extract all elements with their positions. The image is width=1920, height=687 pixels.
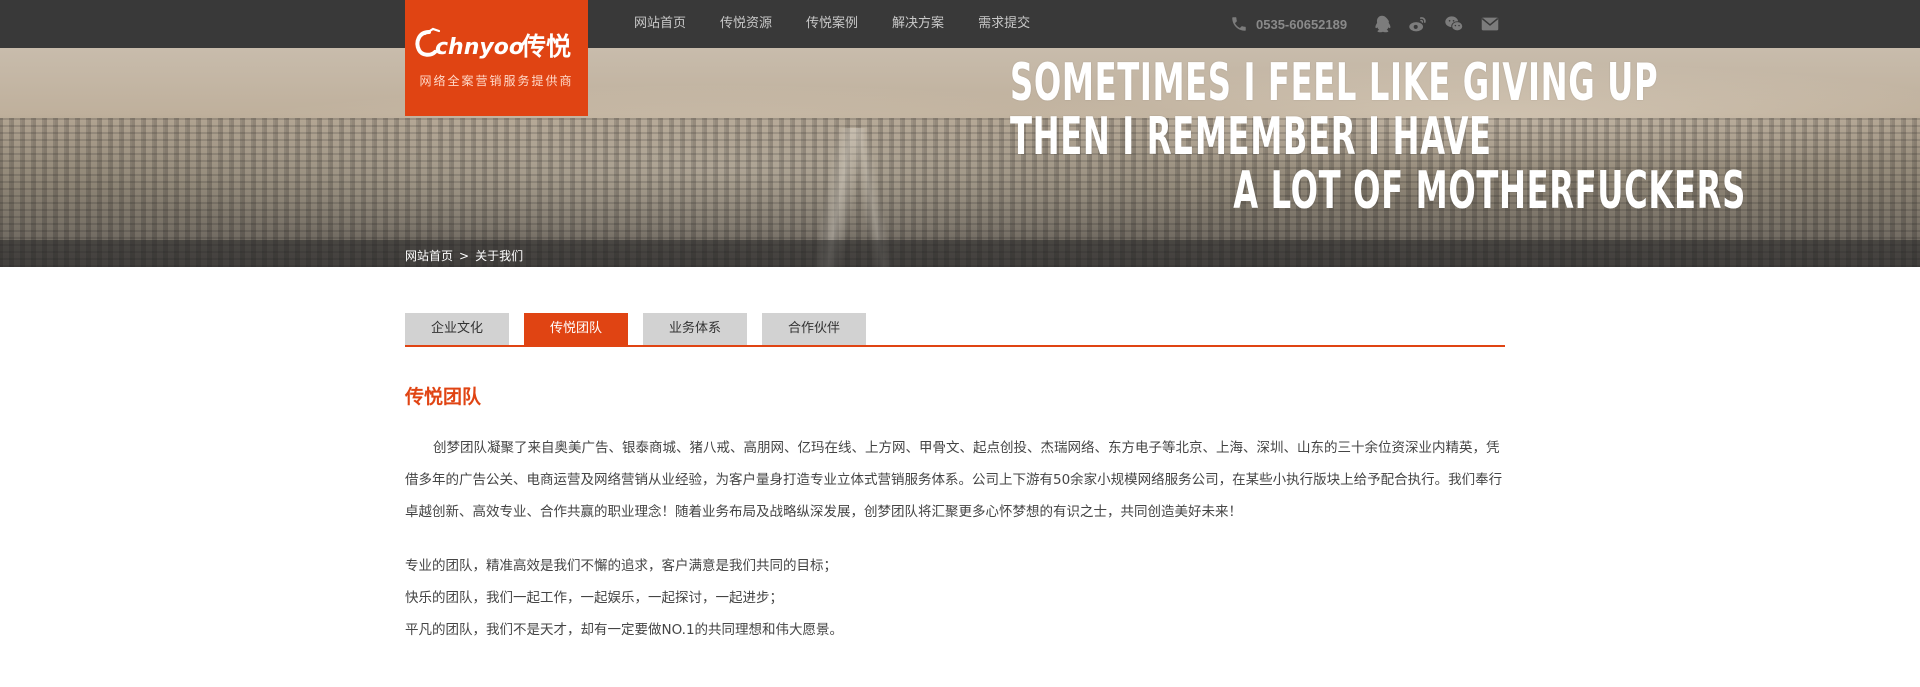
tab-culture[interactable]: 企业文化 [405, 313, 509, 345]
about-tabs: 企业文化 传悦团队 业务体系 合作伙伴 [405, 313, 1505, 347]
nav-item-resources[interactable]: 传悦资源 [720, 0, 772, 48]
quote-line-1: SOMETIMES I FEEL LIKE GIVING UP [1010, 53, 1659, 113]
breadcrumb-home[interactable]: 网站首页 [405, 247, 453, 264]
motto-line: 平凡的团队，我们不是天才，却有一定要做NO.1的共同理想和伟大愿景。 [405, 622, 844, 638]
section-title: 传悦团队 [405, 386, 482, 408]
logo-latin: chnyoo [435, 35, 524, 60]
nav-item-solutions[interactable]: 解决方案 [892, 0, 944, 48]
banner-quote: SOMETIMES I FEEL LIKE GIVING UP THEN I R… [1010, 56, 1746, 218]
logo-chinese: 传悦 [520, 32, 571, 61]
tab-team[interactable]: 传悦团队 [524, 313, 628, 345]
tab-business[interactable]: 业务体系 [643, 313, 747, 345]
team-intro-paragraph: 创梦团队凝聚了来自奥美广告、银泰商城、猪八戒、高朋网、亿玛在线、上方网、甲骨文、… [405, 440, 1503, 520]
breadcrumb-current: 关于我们 [475, 249, 524, 263]
logo-tagline: 网络全案营销服务提供商 [419, 74, 574, 88]
motto-line: 专业的团队，精准高效是我们不懈的追求，客户满意是我们共同的目标； [405, 558, 837, 574]
main-nav: 网站首页 传悦资源 传悦案例 解决方案 需求提交 [634, 0, 1064, 48]
contact-area: 0535-60652189 [1230, 0, 1515, 48]
quote-line-3: A LOT OF MOTHERFUCKERS [1233, 161, 1746, 221]
breadcrumb-strip [0, 240, 1920, 267]
nav-item-submit[interactable]: 需求提交 [978, 0, 1030, 48]
team-motto: 专业的团队，精准高效是我们不懈的追求，客户满意是我们共同的目标； 快乐的团队，我… [405, 550, 1505, 646]
logo-wordmark: chnyoo 传悦 [415, 27, 571, 61]
phone-number: 0535-60652189 [1256, 16, 1348, 32]
wechat-icon[interactable] [1443, 13, 1465, 35]
quote-line-2: THEN I REMEMBER I HAVE [1010, 107, 1492, 167]
tab-partners[interactable]: 合作伙伴 [762, 313, 866, 345]
breadcrumb-separator-icon: > [459, 248, 470, 263]
weibo-icon[interactable] [1407, 13, 1429, 35]
phone-icon [1232, 17, 1246, 31]
qq-icon[interactable] [1371, 13, 1393, 35]
logo[interactable]: chnyoo 传悦 网络全案营销服务提供商 [405, 0, 588, 116]
nav-item-cases[interactable]: 传悦案例 [806, 0, 858, 48]
breadcrumb: 网站首页 > 关于我们 [405, 247, 523, 264]
mail-icon[interactable] [1479, 13, 1501, 35]
nav-item-home[interactable]: 网站首页 [634, 0, 686, 48]
motto-line: 快乐的团队，我们一起工作，一起娱乐，一起探讨，一起进步； [405, 590, 783, 606]
